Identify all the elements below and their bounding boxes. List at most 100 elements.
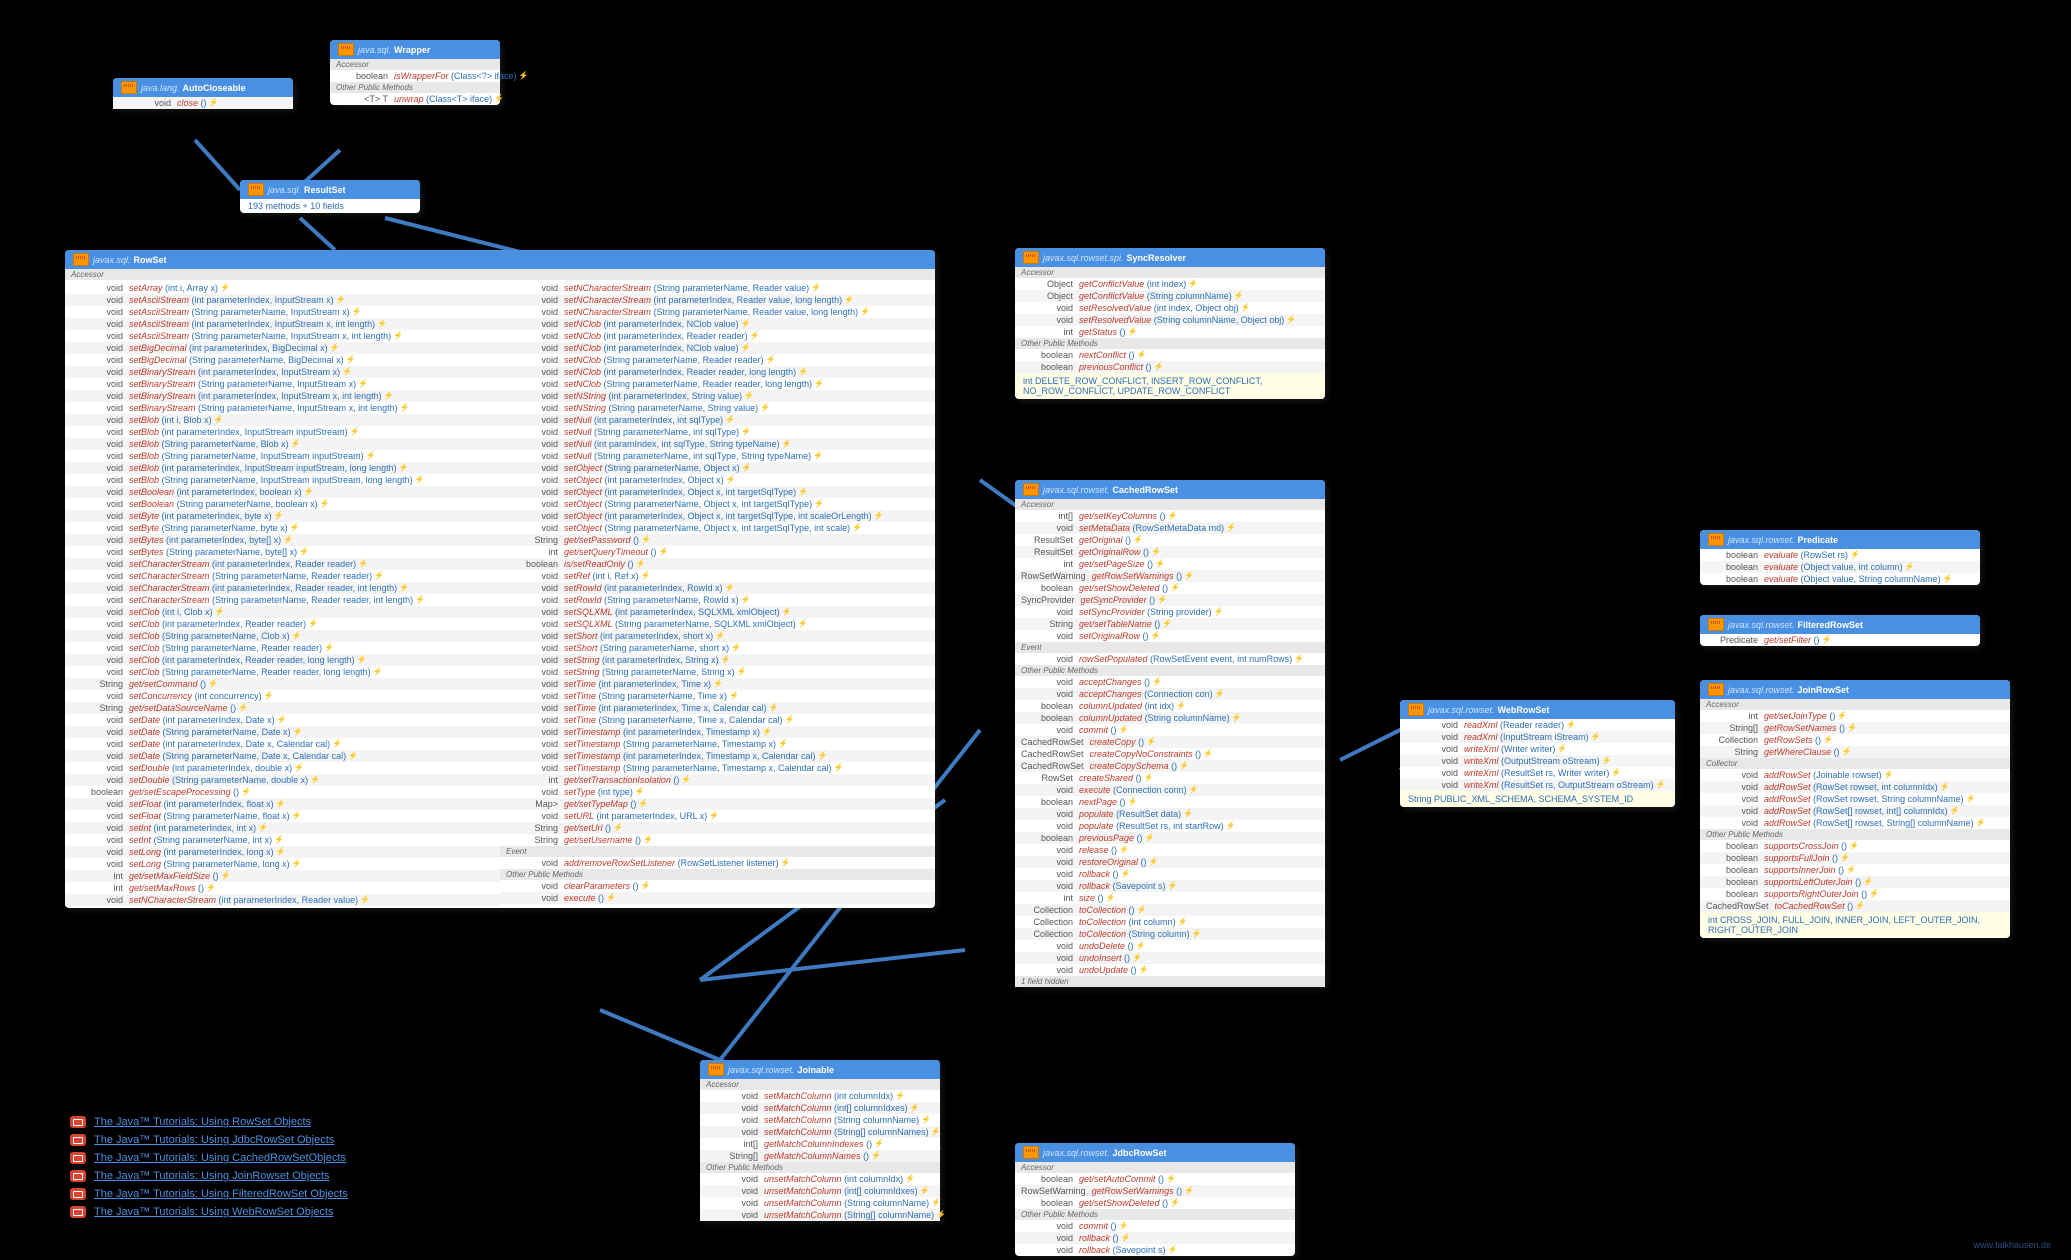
method-row: voidaddRowSet (Joinable rowset)⚡ [1700,769,2010,781]
method-row: String[]getMatchColumnNames ()⚡ [700,1150,940,1162]
interface-icon [1708,618,1724,631]
method-row: voidsetBinaryStream (String parameterNam… [65,402,500,414]
method-row: voidcommit ()⚡ [1015,1220,1295,1232]
interface-icon [338,43,354,56]
method-row: voidsetNCharacterStream (String paramete… [500,306,935,318]
method-row: booleanpreviousConflict ()⚡ [1015,361,1325,373]
method-row: voidsetDate (int parameterIndex, Date x)… [65,714,500,726]
method-row: voidsetType (int type)⚡ [500,786,935,798]
class-rowset: javax.sql.RowSet Accessor voidsetArray (… [65,250,935,908]
method-row: voidsetConcurrency (int concurrency)⚡ [65,690,500,702]
method-row: voidsetBlob (String parameterName, Input… [65,450,500,462]
method-row: voidsetSQLXML (int parameterIndex, SQLXM… [500,606,935,618]
method-row: voidunsetMatchColumn (String columnName)… [700,1197,940,1209]
method-row: booleanget/setShowDeleted ()⚡ [1015,1197,1295,1209]
method-row: voidrollback (Savepoint s)⚡ [1015,880,1325,892]
interface-icon [1023,1146,1039,1159]
method-row: voidaddRowSet (RowSet rowset, int column… [1700,781,2010,793]
method-row: voidsetNCharacterStream (int parameterIn… [500,294,935,306]
interface-icon [1708,533,1724,546]
method-row: voidsetCharacterStream (String parameter… [65,594,500,606]
class-filteredrowset: javax.sql.rowset.FilteredRowSet Predicat… [1700,615,1980,646]
method-row: Stringget/setCommand ()⚡ [65,678,500,690]
method-row: voidsetAsciiStream (String parameterName… [65,330,500,342]
method-row: voidundoUpdate ()⚡ [1015,964,1325,976]
method-row: voidsetFloat (String parameterName, floa… [65,810,500,822]
tutorial-link[interactable]: The Java™ Tutorials: Using JoinRowset Ob… [70,1170,348,1182]
method-row: voidundoDelete ()⚡ [1015,940,1325,952]
method-row: voidwriteXml (ResultSet rs, Writer write… [1400,767,1675,779]
class-wrapper: java.sql.Wrapper Accessor booleanisWrapp… [330,40,500,105]
method-row: voidsetNClob (String parameterName, Read… [500,354,935,366]
method-row: voidsetDate (String parameterName, Date … [65,726,500,738]
method-row: voidsetDate (String parameterName, Date … [65,750,500,762]
method-row: intgetStatus ()⚡ [1015,326,1325,338]
method-row: voidclose ()⚡ [113,97,293,109]
method-row: voidrestoreOriginal ()⚡ [1015,856,1325,868]
method-row: voidwriteXml (OutputStream oStream)⚡ [1400,755,1675,767]
method-row: voidexecute (Connection conn)⚡ [1015,784,1325,796]
method-row: voidsetNClob (int parameterIndex, NClob … [500,318,935,330]
method-row: voidacceptChanges ()⚡ [1015,676,1325,688]
tutorial-link[interactable]: The Java™ Tutorials: Using FilteredRowSe… [70,1188,348,1200]
class-cachedrowset: javax.sql.rowset.CachedRowSet Accessor i… [1015,480,1325,987]
method-row: voidsetFloat (int parameterIndex, float … [65,798,500,810]
method-row: voidsetTimestamp (int parameterIndex, Ti… [500,750,935,762]
method-row: booleanpreviousPage ()⚡ [1015,832,1325,844]
link-icon [70,1134,86,1146]
method-row: voidsetDate (int parameterIndex, Date x,… [65,738,500,750]
method-row: voidsetBytes (String parameterName, byte… [65,546,500,558]
method-row: voidsetMatchColumn (String columnName)⚡ [700,1114,940,1126]
method-row: ObjectgetConflictValue (String columnNam… [1015,290,1325,302]
method-row: voidsetShort (String parameterName, shor… [500,642,935,654]
method-row: RowSetcreateShared ()⚡ [1015,772,1325,784]
interface-icon [1408,703,1424,716]
method-row: voidsetClob (String parameterName, Clob … [65,630,500,642]
interface-icon [248,183,264,196]
method-row: CachedRowSettoCachedRowSet ()⚡ [1700,900,2010,912]
tutorial-link[interactable]: The Java™ Tutorials: Using WebRowSet Obj… [70,1206,348,1218]
interface-icon [1023,483,1039,496]
method-row: booleansupportsLeftOuterJoin ()⚡ [1700,876,2010,888]
method-row: CachedRowSetcreateCopy ()⚡ [1015,736,1325,748]
method-row: voidsetInt (int parameterIndex, int x)⚡ [65,822,500,834]
method-row: voidundoInsert ()⚡ [1015,952,1325,964]
method-row: Predicateget/setFilter ()⚡ [1700,634,1980,646]
method-row: voidsetString (String parameterName, Str… [500,666,935,678]
interface-icon [121,81,137,94]
link-icon [70,1152,86,1164]
class-header: java.lang.AutoCloseable [113,78,293,97]
interface-icon [73,253,89,266]
method-row: voidsetNString (int parameterIndex, Stri… [500,390,935,402]
method-row: voidsetCharacterStream (int parameterInd… [65,558,500,570]
method-row: voidsetOriginalRow ()⚡ [1015,630,1325,642]
method-row: RowSetWarninggetRowSetWarnings ()⚡ [1015,1185,1295,1197]
method-row: voidaddRowSet (RowSet rowset, String col… [1700,793,2010,805]
method-row: voidsetInt (String parameterName, int x)… [65,834,500,846]
method-row: voidsetTimestamp (int parameterIndex, Ti… [500,726,935,738]
column-left: voidsetArray (int i, Array x)⚡voidsetAsc… [65,280,500,908]
method-row: booleannextConflict ()⚡ [1015,349,1325,361]
method-row: voidadd/removeRowSetListener (RowSetList… [500,857,935,869]
method-row: voidsetLong (int parameterIndex, long x)… [65,846,500,858]
method-row: voidsetTime (String parameterName, Time … [500,714,935,726]
method-row: intget/setTransactionIsolation ()⚡ [500,774,935,786]
method-row: CollectiongetRowSets ()⚡ [1700,734,2010,746]
method-row: voidsetBlob (int parameterIndex, InputSt… [65,462,500,474]
method-row: voidunsetMatchColumn (int columnIdx)⚡ [700,1173,940,1185]
class-joinable: javax.sql.rowset.Joinable Accessor voids… [700,1060,940,1221]
method-row: booleanget/setAutoCommit ()⚡ [1015,1173,1295,1185]
tutorial-link[interactable]: The Java™ Tutorials: Using CachedRowSetO… [70,1152,348,1164]
method-row: voidsetNString (String parameterName, St… [500,402,935,414]
method-row: intget/setQueryTimeout ()⚡ [500,546,935,558]
method-row: intget/setPageSize ()⚡ [1015,558,1325,570]
method-row: SyncProvidergetSyncProvider ()⚡ [1015,594,1325,606]
method-row: voidsetTime (int parameterIndex, Time x)… [500,678,935,690]
tutorial-link[interactable]: The Java™ Tutorials: Using JdbcRowSet Ob… [70,1134,348,1146]
method-row: voidaddRowSet (RowSet[] rowset, int[] co… [1700,805,2010,817]
watermark: www.falkhausen.de [1973,1240,2051,1250]
tutorial-links: The Java™ Tutorials: Using RowSet Object… [70,1110,348,1224]
tutorial-link[interactable]: The Java™ Tutorials: Using RowSet Object… [70,1116,348,1128]
method-row: voidreadXml (Reader reader)⚡ [1400,719,1675,731]
method-row: voidsetCharacterStream (int parameterInd… [65,582,500,594]
